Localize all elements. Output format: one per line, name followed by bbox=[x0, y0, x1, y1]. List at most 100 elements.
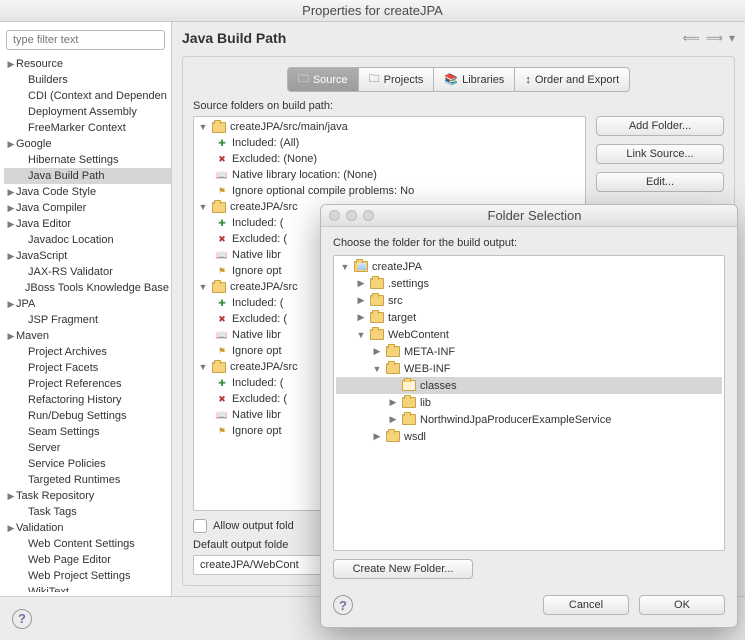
sidebar-item[interactable]: Web Content Settings bbox=[4, 536, 171, 552]
tab-bar: 🗀Source 🗀Projects 📚Libraries ↕Order and … bbox=[193, 67, 724, 92]
folder-tree-row[interactable]: ▼createJPA bbox=[336, 258, 722, 275]
minus-icon: ✖ bbox=[216, 393, 228, 405]
tree-row-label: Excluded: ( bbox=[232, 233, 287, 245]
sidebar-item[interactable]: Deployment Assembly bbox=[4, 104, 171, 120]
folder-tree-row[interactable]: ▶lib bbox=[336, 394, 722, 411]
sidebar-item[interactable]: ▶Java Editor bbox=[4, 216, 171, 232]
sidebar-item[interactable]: JAX-RS Validator bbox=[4, 264, 171, 280]
folder-tree-row[interactable]: ▶wsdl bbox=[336, 428, 722, 445]
filter-input[interactable] bbox=[6, 30, 165, 50]
tab-source[interactable]: 🗀Source bbox=[287, 67, 359, 92]
sidebar-item[interactable]: ▶JavaScript bbox=[4, 248, 171, 264]
add-folder-button[interactable]: Add Folder... bbox=[596, 116, 724, 136]
sidebar-item-label: Web Content Settings bbox=[28, 538, 135, 550]
sidebar-item[interactable]: Run/Debug Settings bbox=[4, 408, 171, 424]
book-icon: 📖 bbox=[216, 249, 228, 261]
sidebar-item-label: Project Archives bbox=[28, 346, 107, 358]
tree-row-label: createJPA/src/main/java bbox=[230, 121, 348, 133]
source-detail-row[interactable]: ✖Excluded: (None) bbox=[196, 151, 583, 167]
sidebar-item-label: Resource bbox=[16, 58, 63, 70]
sidebar-item[interactable]: WikiText bbox=[4, 584, 171, 592]
ok-button[interactable]: OK bbox=[639, 595, 725, 615]
chevron-down-icon: ▼ bbox=[198, 202, 208, 212]
create-new-folder-button[interactable]: Create New Folder... bbox=[333, 559, 473, 579]
source-detail-row[interactable]: ⚑Ignore optional compile problems: No bbox=[196, 183, 583, 199]
link-source-button[interactable]: Link Source... bbox=[596, 144, 724, 164]
sidebar-item[interactable]: ▶Java Compiler bbox=[4, 200, 171, 216]
sidebar-item[interactable]: CDI (Context and Dependen bbox=[4, 88, 171, 104]
sidebar-item[interactable]: Javadoc Location bbox=[4, 232, 171, 248]
sidebar-item[interactable]: ▶Maven bbox=[4, 328, 171, 344]
folder-tree-row[interactable]: ▶src bbox=[336, 292, 722, 309]
sidebar-item[interactable]: Targeted Runtimes bbox=[4, 472, 171, 488]
cancel-button[interactable]: Cancel bbox=[543, 595, 629, 615]
folder-tree-row[interactable]: classes bbox=[336, 377, 722, 394]
sidebar-item[interactable]: ▶Task Repository bbox=[4, 488, 171, 504]
sidebar-item-label: Task Repository bbox=[16, 490, 94, 502]
help-icon[interactable]: ? bbox=[12, 609, 32, 629]
sidebar-item[interactable]: ▶JPA bbox=[4, 296, 171, 312]
folder-icon bbox=[370, 329, 384, 340]
dialog-help-icon[interactable]: ? bbox=[333, 595, 353, 615]
sidebar-item[interactable]: Hibernate Settings bbox=[4, 152, 171, 168]
folder-tree[interactable]: ▼createJPA ▶ .settings ▶src▶target▼WebConte… bbox=[333, 255, 725, 551]
projects-icon: 🗀 bbox=[369, 70, 380, 89]
sidebar-item[interactable]: Java Build Path bbox=[4, 168, 171, 184]
edit-button[interactable]: Edit... bbox=[596, 172, 724, 192]
sidebar-item-label: Project Facets bbox=[28, 362, 98, 374]
folder-tree-row[interactable]: ▶META-INF bbox=[336, 343, 722, 360]
sidebar-item[interactable]: ▶Java Code Style bbox=[4, 184, 171, 200]
source-detail-row[interactable]: 📖Native library location: (None) bbox=[196, 167, 583, 183]
source-detail-row[interactable]: ✚Included: (All) bbox=[196, 135, 583, 151]
sidebar-item-label: Service Policies bbox=[28, 458, 106, 470]
sidebar-item[interactable]: JSP Fragment bbox=[4, 312, 171, 328]
allow-output-label: Allow output fold bbox=[213, 520, 294, 532]
chevron-down-icon: ▼ bbox=[372, 364, 382, 374]
plus-icon: ✚ bbox=[216, 377, 228, 389]
sidebar-item[interactable]: JBoss Tools Knowledge Base bbox=[4, 280, 171, 296]
tab-order-export[interactable]: ↕Order and Export bbox=[515, 67, 630, 92]
folder-tree-row[interactable]: ▼WEB-INF bbox=[336, 360, 722, 377]
sidebar-item[interactable]: ▶Google bbox=[4, 136, 171, 152]
sidebar-item[interactable]: ▶Resource bbox=[4, 56, 171, 72]
sidebar-item-label: Java Build Path bbox=[28, 170, 104, 182]
chevron-right-icon: ▶ bbox=[356, 278, 366, 289]
sidebar-item[interactable]: ▶Validation bbox=[4, 520, 171, 536]
folder-icon bbox=[370, 278, 384, 289]
allow-output-checkbox[interactable] bbox=[193, 519, 207, 533]
folder-label: .settings bbox=[388, 278, 429, 290]
source-folder-row[interactable]: ▼createJPA/src/main/java bbox=[196, 119, 583, 135]
folder-label: wsdl bbox=[404, 431, 426, 443]
tab-libraries[interactable]: 📚Libraries bbox=[434, 67, 515, 92]
folder-tree-row[interactable]: ▶ .settings bbox=[336, 275, 722, 292]
menu-arrow-icon[interactable]: ▾ bbox=[729, 31, 735, 45]
tab-projects[interactable]: 🗀Projects bbox=[359, 67, 435, 92]
tree-row-label: Ignore opt bbox=[232, 345, 282, 357]
package-folder-icon bbox=[212, 202, 226, 213]
forward-arrow-icon[interactable]: ⟹ bbox=[706, 31, 723, 45]
order-icon: ↕ bbox=[525, 74, 531, 86]
page-title: Java Build Path bbox=[182, 30, 286, 46]
sidebar-item[interactable]: Server bbox=[4, 440, 171, 456]
plus-icon: ✚ bbox=[216, 297, 228, 309]
sidebar-item[interactable]: Project References bbox=[4, 376, 171, 392]
sidebar-item[interactable]: FreeMarker Context bbox=[4, 120, 171, 136]
sidebar-item-label: Web Page Editor bbox=[28, 554, 111, 566]
folder-tree-row[interactable]: ▼WebContent bbox=[336, 326, 722, 343]
sidebar-item[interactable]: Builders bbox=[4, 72, 171, 88]
sidebar-item[interactable]: Web Project Settings bbox=[4, 568, 171, 584]
sidebar-item[interactable]: Refactoring History bbox=[4, 392, 171, 408]
source-icon: 🗀 bbox=[298, 70, 309, 89]
sidebar-nav: ▶ResourceBuildersCDI (Context and Depend… bbox=[0, 22, 172, 596]
sidebar-item[interactable]: Task Tags bbox=[4, 504, 171, 520]
sidebar-item[interactable]: Seam Settings bbox=[4, 424, 171, 440]
folder-tree-row[interactable]: ▶target bbox=[336, 309, 722, 326]
sidebar-item[interactable]: Web Page Editor bbox=[4, 552, 171, 568]
sidebar-item[interactable]: Project Archives bbox=[4, 344, 171, 360]
back-arrow-icon[interactable]: ⟸ bbox=[683, 31, 700, 45]
sidebar-item[interactable]: Project Facets bbox=[4, 360, 171, 376]
sidebar-item-label: Maven bbox=[16, 330, 49, 342]
folder-tree-row[interactable]: ▶NorthwindJpaProducerExampleService bbox=[336, 411, 722, 428]
sidebar-item[interactable]: Service Policies bbox=[4, 456, 171, 472]
chevron-down-icon: ▼ bbox=[356, 330, 366, 340]
